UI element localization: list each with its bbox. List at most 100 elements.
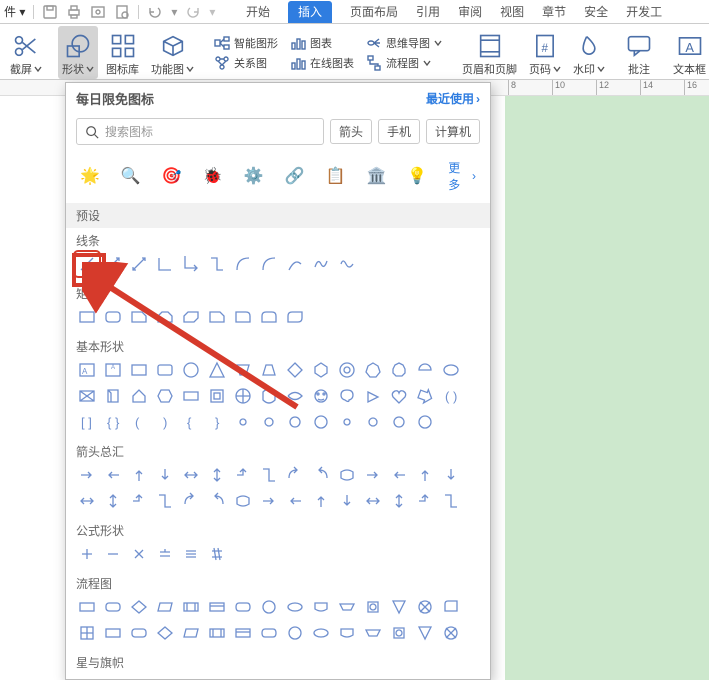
- shape-item[interactable]: [180, 359, 202, 381]
- featured-icon[interactable]: 🔗: [285, 166, 305, 186]
- ribbon-funcimg[interactable]: 功能图: [147, 26, 198, 79]
- shape-item[interactable]: [388, 622, 410, 644]
- shape-item[interactable]: [258, 411, 280, 433]
- shape-item[interactable]: [102, 596, 124, 618]
- tab-layout[interactable]: 页面布局: [350, 3, 398, 23]
- shape-item[interactable]: [258, 622, 280, 644]
- shape-item[interactable]: [180, 622, 202, 644]
- ribbon-mindmap[interactable]: 思维导图: [362, 34, 446, 52]
- ribbon-comment[interactable]: 批注: [621, 26, 657, 79]
- shape-item[interactable]: [310, 596, 332, 618]
- shape-item[interactable]: [206, 596, 228, 618]
- shape-round2same[interactable]: [258, 306, 280, 328]
- shape-item[interactable]: [284, 490, 306, 512]
- shape-item[interactable]: [362, 596, 384, 618]
- featured-icon[interactable]: 🐞: [203, 166, 223, 186]
- shape-item[interactable]: [102, 490, 124, 512]
- tab-view[interactable]: 视图: [500, 3, 524, 23]
- shape-item[interactable]: [76, 596, 98, 618]
- shape-item[interactable]: [310, 490, 332, 512]
- shape-item[interactable]: [414, 411, 436, 433]
- shape-item[interactable]: [388, 359, 410, 381]
- shape-item[interactable]: [128, 543, 150, 565]
- tag-computer[interactable]: 计算机: [426, 119, 480, 144]
- featured-icon[interactable]: 🏛️: [366, 166, 386, 186]
- tab-safe[interactable]: 安全: [584, 3, 608, 23]
- shape-item[interactable]: [258, 464, 280, 486]
- shape-item[interactable]: [206, 543, 228, 565]
- tab-chapter[interactable]: 章节: [542, 3, 566, 23]
- shape-item[interactable]: [76, 385, 98, 407]
- shape-item[interactable]: [206, 464, 228, 486]
- shape-snip1[interactable]: [128, 306, 150, 328]
- shape-line[interactable]: [76, 253, 98, 275]
- shape-item[interactable]: [102, 622, 124, 644]
- ribbon-screenshot[interactable]: 截屏: [6, 26, 46, 79]
- shape-item[interactable]: [232, 385, 254, 407]
- shape-item[interactable]: [336, 622, 358, 644]
- shape-item[interactable]: [206, 622, 228, 644]
- shape-item[interactable]: [ ]: [76, 411, 98, 433]
- shape-item[interactable]: [440, 359, 462, 381]
- shape-item[interactable]: [362, 385, 384, 407]
- shape-item[interactable]: [440, 464, 462, 486]
- featured-icon[interactable]: 🎯: [162, 166, 182, 186]
- shape-item[interactable]: [76, 490, 98, 512]
- shape-item[interactable]: [362, 411, 384, 433]
- shape-item[interactable]: [128, 464, 150, 486]
- ribbon-relation[interactable]: 关系图: [210, 54, 282, 72]
- shape-item[interactable]: [128, 596, 150, 618]
- shape-item[interactable]: [180, 596, 202, 618]
- ribbon-headerfooter[interactable]: 页眉和页脚: [458, 26, 521, 79]
- shape-item[interactable]: [154, 464, 176, 486]
- shape-item[interactable]: [336, 385, 358, 407]
- shape-item[interactable]: [180, 385, 202, 407]
- shape-item[interactable]: [258, 490, 280, 512]
- shape-item[interactable]: [388, 596, 410, 618]
- shape-item[interactable]: [388, 385, 410, 407]
- shape-item[interactable]: [128, 490, 150, 512]
- ribbon-flowchart[interactable]: 流程图: [362, 54, 446, 72]
- shape-item[interactable]: [414, 359, 436, 381]
- tab-start[interactable]: 开始: [246, 3, 270, 23]
- shape-item[interactable]: (: [128, 411, 150, 433]
- shape-item[interactable]: [440, 490, 462, 512]
- shape-item[interactable]: [206, 385, 228, 407]
- shape-item[interactable]: [258, 596, 280, 618]
- shape-item[interactable]: [128, 622, 150, 644]
- shape-item[interactable]: [180, 490, 202, 512]
- shape-item[interactable]: [102, 464, 124, 486]
- ribbon-smartart[interactable]: 智能图形: [210, 34, 282, 52]
- featured-icon[interactable]: ⚙️: [244, 166, 264, 186]
- shape-item[interactable]: [310, 359, 332, 381]
- shape-item[interactable]: [284, 359, 306, 381]
- document-canvas[interactable]: [505, 96, 709, 680]
- shape-item[interactable]: [154, 596, 176, 618]
- shape-curve-double[interactable]: [284, 253, 306, 275]
- shape-item[interactable]: [310, 622, 332, 644]
- shape-item[interactable]: [232, 596, 254, 618]
- featured-icon[interactable]: 🌟: [80, 166, 100, 186]
- tab-review[interactable]: 审阅: [458, 3, 482, 23]
- shape-round2diag[interactable]: [284, 306, 306, 328]
- shape-item[interactable]: {: [180, 411, 202, 433]
- shape-item[interactable]: [232, 490, 254, 512]
- shape-item[interactable]: [102, 543, 124, 565]
- shape-item[interactable]: [180, 543, 202, 565]
- ribbon-onlinechart[interactable]: 在线图表: [286, 54, 358, 72]
- shape-item[interactable]: [154, 543, 176, 565]
- shape-curve-arrow[interactable]: [258, 253, 280, 275]
- shape-freeform[interactable]: [310, 253, 332, 275]
- shape-item[interactable]: [284, 411, 306, 433]
- shape-item[interactable]: [180, 464, 202, 486]
- shape-item[interactable]: [388, 411, 410, 433]
- shape-item[interactable]: [336, 464, 358, 486]
- search-input[interactable]: 搜索图标: [76, 118, 324, 145]
- shape-item[interactable]: ( ): [440, 385, 462, 407]
- shape-item[interactable]: A: [102, 359, 124, 381]
- shape-item[interactable]: [154, 385, 176, 407]
- shape-item[interactable]: [310, 385, 332, 407]
- featured-icon[interactable]: 📋: [326, 166, 346, 186]
- shape-item[interactable]: [336, 359, 358, 381]
- shape-item[interactable]: [128, 359, 150, 381]
